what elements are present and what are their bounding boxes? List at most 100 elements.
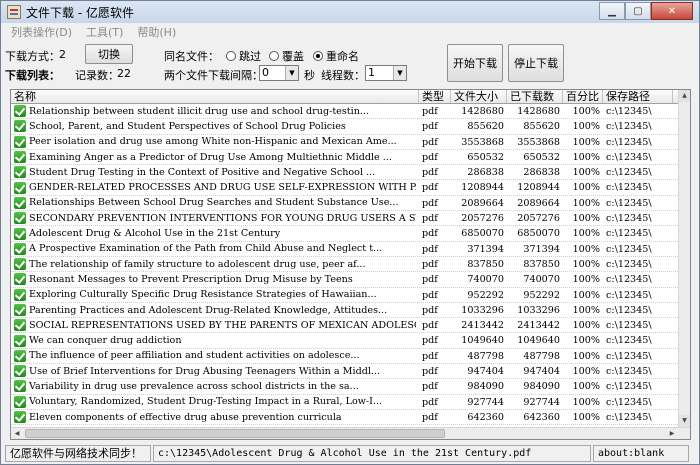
minimize-icon[interactable]: ▁ [599, 2, 625, 20]
file-name: Relationship between student illicit dru… [29, 105, 370, 117]
scroll-left-icon[interactable]: ◀ [11, 428, 23, 439]
vertical-scrollbar[interactable]: ▲ ▼ [678, 90, 690, 439]
scroll-thumb[interactable] [25, 429, 445, 438]
checkmark-icon[interactable] [14, 105, 26, 118]
checkmark-icon[interactable] [14, 196, 26, 209]
menu-list-ops[interactable]: 列表操作(D) [11, 24, 72, 40]
table-row[interactable]: School, Parent, and Student Perspectives… [11, 119, 690, 135]
threads-select[interactable]: 1 ▼ [365, 65, 407, 81]
row-size: 1208944 [461, 182, 504, 194]
checkmark-icon[interactable] [14, 380, 26, 393]
table-row[interactable]: Exploring Culturally Specific Drug Resis… [11, 288, 690, 303]
menu-tools[interactable]: 工具(T) [86, 24, 123, 40]
start-download-button[interactable]: 开始下载 [447, 44, 503, 82]
column-header-size[interactable]: 文件大小 [451, 90, 507, 103]
checkmark-icon[interactable] [14, 365, 26, 378]
table-row[interactable]: GENDER-RELATED PROCESSES AND DRUG USE SE… [11, 180, 690, 196]
file-name: The influence of peer affiliation and st… [29, 350, 360, 362]
file-name: The relationship of family structure to … [29, 258, 366, 270]
row-path: c:\12345\ [606, 197, 652, 209]
checkmark-icon[interactable] [14, 288, 26, 301]
checkmark-icon[interactable] [14, 227, 26, 240]
row-path: c:\12345\ [606, 396, 652, 408]
rename-radio[interactable] [313, 51, 323, 61]
table-row[interactable]: Resonant Messages to Prevent Prescriptio… [11, 272, 690, 288]
table-row[interactable]: Variability in drug use prevalence acros… [11, 379, 690, 395]
stop-download-button[interactable]: 停止下载 [508, 44, 564, 82]
row-path: c:\12345\ [606, 182, 652, 194]
row-name: SOCIAL REPRESENTATIONS USED BY THE PAREN… [11, 318, 419, 332]
row-percent: 100% [572, 197, 600, 209]
column-header-name[interactable]: 名称 [11, 90, 419, 103]
table-row[interactable]: Relationships Between School Drug Search… [11, 196, 690, 212]
checkmark-icon[interactable] [14, 319, 26, 332]
row-name: Eleven components of effective drug abus… [11, 410, 419, 424]
row-name: Peer isolation and drug use among White … [11, 135, 419, 149]
checkmark-icon[interactable] [14, 181, 26, 194]
row-type: pdf [422, 213, 438, 225]
table-row[interactable]: Examining Anger as a Predictor of Drug U… [11, 150, 690, 166]
table-row[interactable]: Relationship between student illicit dru… [11, 104, 690, 120]
scroll-down-icon[interactable]: ▼ [679, 415, 690, 427]
row-name: Voluntary, Randomized, Student Drug-Test… [11, 395, 419, 409]
file-name: Eleven components of effective drug abus… [29, 411, 342, 423]
interval-select[interactable]: 0 ▼ [259, 65, 299, 81]
checkmark-icon[interactable] [14, 349, 26, 362]
table-row[interactable]: Adolescent Drug & Alcohol Use in the 21s… [11, 226, 690, 242]
checkmark-icon[interactable] [14, 334, 26, 347]
table-row[interactable]: Student Drug Testing in the Context of P… [11, 165, 690, 181]
table-row[interactable]: Peer isolation and drug use among White … [11, 135, 690, 150]
row-percent: 100% [572, 213, 600, 225]
table-row[interactable]: The relationship of family structure to … [11, 257, 690, 273]
checkmark-icon[interactable] [14, 273, 26, 286]
checkmark-icon[interactable] [14, 304, 26, 316]
overwrite-radio[interactable] [269, 51, 279, 61]
row-type: pdf [422, 320, 438, 332]
checkmark-icon[interactable] [14, 258, 26, 271]
file-name: SOCIAL REPRESENTATIONS USED BY THE PAREN… [29, 319, 416, 331]
row-name: A Prospective Examination of the Path fr… [11, 242, 419, 256]
checkmark-icon[interactable] [14, 411, 26, 424]
table-row[interactable]: Use of Brief Interventions for Drug Abus… [11, 364, 690, 380]
table-row[interactable]: The influence of peer affiliation and st… [11, 349, 690, 365]
column-header-percent[interactable]: 百分比 [563, 90, 603, 103]
row-path: c:\12345\ [606, 213, 652, 225]
checkmark-icon[interactable] [14, 120, 26, 133]
checkmark-icon[interactable] [14, 395, 26, 408]
interval-label: 两个文件下载间隔： [164, 69, 263, 82]
chevron-down-icon[interactable]: ▼ [285, 66, 298, 80]
column-header-downloaded[interactable]: 已下载数 [507, 90, 563, 103]
checkmark-icon[interactable] [14, 212, 26, 225]
menu-help[interactable]: 帮助(H) [137, 24, 176, 40]
title-bar: 文件下载 - 亿愿软件 ▁ ▢ ✕ [1, 1, 699, 23]
scroll-up-icon[interactable]: ▲ [679, 90, 690, 102]
table-row[interactable]: Parenting Practices and Adolescent Drug-… [11, 303, 690, 319]
checkmark-icon[interactable] [14, 242, 26, 255]
option-rename[interactable]: 重命名 [313, 48, 359, 64]
checkmark-icon[interactable] [14, 135, 26, 148]
skip-radio[interactable] [226, 51, 236, 61]
table-row[interactable]: A Prospective Examination of the Path fr… [11, 242, 690, 257]
row-percent: 100% [572, 396, 600, 408]
maximize-icon[interactable]: ▢ [625, 2, 651, 20]
table-row[interactable]: SOCIAL REPRESENTATIONS USED BY THE PAREN… [11, 318, 690, 334]
checkmark-icon[interactable] [14, 166, 26, 179]
row-size: 984090 [467, 381, 504, 393]
column-header-path[interactable]: 保存路径 [603, 90, 673, 103]
table-row[interactable]: Eleven components of effective drug abus… [11, 410, 690, 426]
file-name: A Prospective Examination of the Path fr… [29, 243, 383, 255]
checkmark-icon[interactable] [14, 151, 26, 164]
scroll-right-icon[interactable]: ▶ [666, 428, 678, 439]
column-header-type[interactable]: 类型 [419, 90, 451, 103]
switch-button[interactable]: 切换 [85, 44, 133, 64]
chevron-down-icon[interactable]: ▼ [393, 66, 406, 80]
row-type: pdf [422, 258, 438, 270]
horizontal-scrollbar[interactable]: ◀ ▶ [11, 427, 690, 439]
table-row[interactable]: SECONDARY PREVENTION INTERVENTIONS FOR Y… [11, 211, 690, 227]
close-icon[interactable]: ✕ [651, 2, 693, 20]
download-mode-label: 下载方式： [5, 50, 60, 63]
table-row[interactable]: Voluntary, Randomized, Student Drug-Test… [11, 395, 690, 410]
option-skip[interactable]: 跳过 [226, 48, 261, 64]
option-overwrite[interactable]: 覆盖 [269, 48, 304, 64]
table-row[interactable]: We can conquer drug addiction pdf 1049640 1… [11, 333, 690, 349]
